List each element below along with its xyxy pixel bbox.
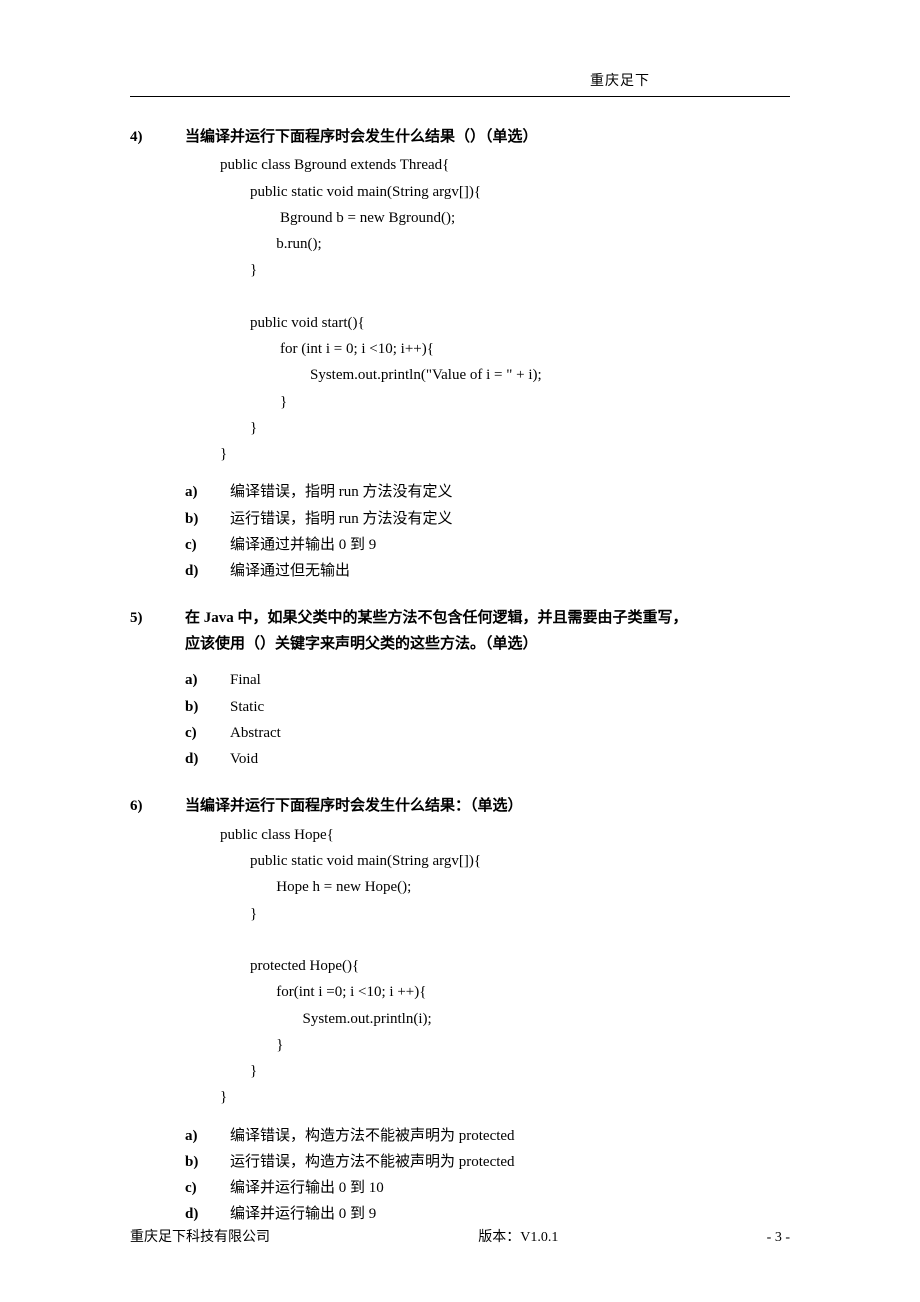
option-text: 运行错误，指明 run 方法没有定义 bbox=[230, 506, 790, 532]
question-text: 当编译并运行下面程序时会发生什么结果（）（单选） bbox=[185, 125, 790, 151]
option-text: 编译错误，构造方法不能被声明为 protected bbox=[230, 1123, 790, 1149]
question-6: 6) 当编译并运行下面程序时会发生什么结果：（单选） public class … bbox=[130, 794, 790, 1227]
footer-version: 版本：V1.0.1 bbox=[478, 1226, 558, 1250]
question-head: 6) 当编译并运行下面程序时会发生什么结果：（单选） bbox=[130, 794, 790, 820]
question-number: 6) bbox=[130, 794, 185, 820]
option-text: Final bbox=[230, 667, 790, 693]
question-text-continued: 应该使用（）关键字来声明父类的这些方法。（单选） bbox=[185, 632, 790, 658]
page-header: 重庆足下 bbox=[130, 70, 790, 94]
footer-company: 重庆足下科技有限公司 bbox=[130, 1226, 270, 1250]
code-block: public class Bground extends Thread{ pub… bbox=[220, 152, 790, 467]
option-label: a) bbox=[185, 667, 230, 693]
option-text: Abstract bbox=[230, 720, 790, 746]
question-number: 5) bbox=[130, 606, 185, 632]
question-head: 5) 在 Java 中，如果父类中的某些方法不包含任何逻辑，并且需要由子类重写， bbox=[130, 606, 790, 632]
option: b) Static bbox=[185, 694, 790, 720]
footer-pagenum: - 3 - bbox=[767, 1226, 790, 1250]
option-text: Static bbox=[230, 694, 790, 720]
question-text: 当编译并运行下面程序时会发生什么结果：（单选） bbox=[185, 794, 790, 820]
code-block: public class Hope{ public static void ma… bbox=[220, 822, 790, 1111]
option-label: d) bbox=[185, 746, 230, 772]
option: a) Final bbox=[185, 667, 790, 693]
option-text: Void bbox=[230, 746, 790, 772]
option: a) 编译错误，构造方法不能被声明为 protected bbox=[185, 1123, 790, 1149]
document-page: 重庆足下 4) 当编译并运行下面程序时会发生什么结果（）（单选） public … bbox=[0, 0, 920, 1302]
option-label: b) bbox=[185, 694, 230, 720]
option-label: b) bbox=[185, 1149, 230, 1175]
question-5: 5) 在 Java 中，如果父类中的某些方法不包含任何逻辑，并且需要由子类重写，… bbox=[130, 606, 790, 772]
option: a) 编译错误，指明 run 方法没有定义 bbox=[185, 479, 790, 505]
option-text: 编译错误，指明 run 方法没有定义 bbox=[230, 479, 790, 505]
option: c) 编译通过并输出 0 到 9 bbox=[185, 532, 790, 558]
option-label: c) bbox=[185, 720, 230, 746]
option-text: 运行错误，构造方法不能被声明为 protected bbox=[230, 1149, 790, 1175]
option-label: d) bbox=[185, 558, 230, 584]
header-rule bbox=[130, 96, 790, 97]
option-label: c) bbox=[185, 1175, 230, 1201]
option-label: d) bbox=[185, 1201, 230, 1227]
option-text: 编译并运行输出 0 到 9 bbox=[230, 1201, 790, 1227]
option: d) Void bbox=[185, 746, 790, 772]
option: d) 编译并运行输出 0 到 9 bbox=[185, 1201, 790, 1227]
option-label: c) bbox=[185, 532, 230, 558]
option-text: 编译并运行输出 0 到 10 bbox=[230, 1175, 790, 1201]
question-head: 4) 当编译并运行下面程序时会发生什么结果（）（单选） bbox=[130, 125, 790, 151]
option-text: 编译通过但无输出 bbox=[230, 558, 790, 584]
option-label: a) bbox=[185, 1123, 230, 1149]
question-number: 4) bbox=[130, 125, 185, 151]
option: b) 运行错误，构造方法不能被声明为 protected bbox=[185, 1149, 790, 1175]
option-label: a) bbox=[185, 479, 230, 505]
question-text: 在 Java 中，如果父类中的某些方法不包含任何逻辑，并且需要由子类重写， bbox=[185, 606, 790, 632]
option: c) Abstract bbox=[185, 720, 790, 746]
option: d) 编译通过但无输出 bbox=[185, 558, 790, 584]
options: a) Final b) Static c) Abstract d) Void bbox=[185, 667, 790, 772]
options: a) 编译错误，构造方法不能被声明为 protected b) 运行错误，构造方… bbox=[185, 1123, 790, 1228]
options: a) 编译错误，指明 run 方法没有定义 b) 运行错误，指明 run 方法没… bbox=[185, 479, 790, 584]
page-footer: 重庆足下科技有限公司 版本：V1.0.1 - 3 - bbox=[130, 1226, 790, 1250]
option-text: 编译通过并输出 0 到 9 bbox=[230, 532, 790, 558]
option-label: b) bbox=[185, 506, 230, 532]
option: c) 编译并运行输出 0 到 10 bbox=[185, 1175, 790, 1201]
question-4: 4) 当编译并运行下面程序时会发生什么结果（）（单选） public class… bbox=[130, 125, 790, 585]
option: b) 运行错误，指明 run 方法没有定义 bbox=[185, 506, 790, 532]
